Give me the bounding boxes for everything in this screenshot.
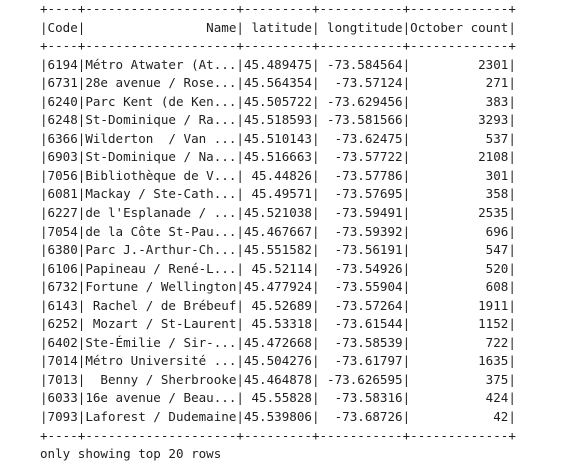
table-border-bottom: +----+--------------------+---------+---… bbox=[40, 427, 516, 443]
table-row: |6227|de l'Esplanade / ...|45.521038| -7… bbox=[40, 205, 516, 221]
table-row: |6194|Métro Atwater (At...|45.489475| -7… bbox=[40, 56, 516, 72]
table-row: |6402|Ste-Émilie / Sir-...|45.472668| -7… bbox=[40, 334, 516, 350]
table-row: |6252| Mozart / St-Laurent| 45.53318| -7… bbox=[40, 316, 516, 332]
table-row: |7056|Bibliothèque de V...| 45.44826| -7… bbox=[40, 167, 516, 183]
table-row: |6366|Wilderton / Van ...|45.510143| -73… bbox=[40, 130, 516, 146]
table-row: |6143| Rachel / de Brébeuf| 45.52689| -7… bbox=[40, 297, 516, 313]
table-row: |6248|St-Dominique / Ra...|45.518593| -7… bbox=[40, 112, 516, 128]
table-row: |6732|Fortune / Wellington|45.477924| -7… bbox=[40, 279, 516, 295]
table-row: |6106|Papineau / René-L...| 45.52114| -7… bbox=[40, 260, 516, 276]
console-output: +----+--------------------+---------+---… bbox=[40, 0, 516, 464]
table-row: |6033|16e avenue / Beau...| 45.55828| -7… bbox=[40, 390, 516, 406]
table-row: |6081|Mackay / Ste-Cath...| 45.49571| -7… bbox=[40, 186, 516, 202]
table-row: |7054|de la Côte St-Pau...|45.467667| -7… bbox=[40, 223, 516, 239]
table-border-top: +----+--------------------+---------+---… bbox=[40, 1, 516, 16]
table-row: |6240|Parc Kent (de Ken...|45.505722| -7… bbox=[40, 93, 516, 109]
table-row: |7013| Benny / Sherbrooke|45.464878| -73… bbox=[40, 371, 516, 387]
table-row: |6731|28e avenue / Rose...|45.564354| -7… bbox=[40, 75, 516, 91]
footer-text: only showing top 20 rows bbox=[40, 446, 222, 462]
table-row: |6903|St-Dominique / Na...|45.516663| -7… bbox=[40, 149, 516, 165]
table-row: |7093|Laforest / Dudemaine|45.539806| -7… bbox=[40, 409, 516, 425]
table-row: |7014|Métro Université ...|45.504276| -7… bbox=[40, 353, 516, 369]
table-header: |Code| Name| latitude| longtitude|Octobe… bbox=[40, 19, 516, 35]
table-border-header: +----+--------------------+---------+---… bbox=[40, 38, 516, 54]
table-row: |6380|Parc J.-Arthur-Ch...|45.551582| -7… bbox=[40, 242, 516, 258]
